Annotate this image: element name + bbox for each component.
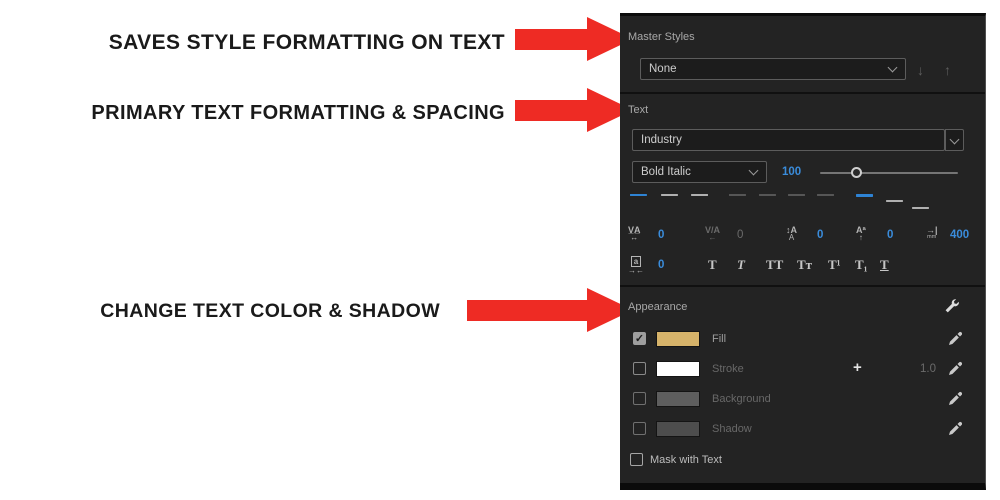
font-style-dropdown[interactable]: Bold Italic bbox=[632, 161, 767, 183]
shadow-row-label: Shadow bbox=[712, 423, 752, 435]
tracking-icon[interactable]: V̲A̲↔ bbox=[628, 226, 641, 241]
tsume-icon[interactable]: a→← bbox=[628, 256, 644, 274]
small-caps-button[interactable]: Tᴛ bbox=[797, 257, 812, 273]
section-divider bbox=[620, 285, 985, 287]
stroke-color-swatch[interactable] bbox=[656, 361, 700, 377]
background-color-swatch[interactable] bbox=[656, 391, 700, 407]
vertical-bottom-icon[interactable] bbox=[912, 195, 929, 209]
stroke-checkbox[interactable] bbox=[633, 362, 646, 375]
chevron-down-icon bbox=[950, 135, 960, 145]
annotation-master-styles: SAVES STYLE FORMATTING ON TEXT bbox=[0, 31, 505, 55]
font-family-dropdown[interactable]: Industry bbox=[632, 129, 945, 151]
master-styles-section-label: Master Styles bbox=[628, 31, 695, 43]
section-divider bbox=[620, 92, 985, 94]
leading-value[interactable]: 0 bbox=[817, 229, 823, 241]
background-checkbox[interactable] bbox=[633, 392, 646, 405]
essential-graphics-panel: Master Styles None ↓ ↑ Text Industry Bol… bbox=[620, 13, 986, 490]
font-style-value: Bold Italic bbox=[641, 166, 691, 178]
align-center-icon[interactable] bbox=[661, 194, 678, 208]
fill-color-swatch[interactable] bbox=[656, 331, 700, 347]
eyedropper-icon[interactable] bbox=[948, 390, 962, 406]
eyedropper-icon[interactable] bbox=[948, 330, 962, 346]
stroke-width-value: 1.0 bbox=[920, 363, 936, 375]
align-right-icon[interactable] bbox=[691, 194, 708, 208]
superscript-button[interactable]: T¹ bbox=[828, 257, 841, 273]
text-section-label: Text bbox=[628, 104, 648, 116]
appearance-section-label: Appearance bbox=[628, 301, 687, 313]
kerning-icon: V/A← bbox=[705, 226, 720, 241]
align-left-icon[interactable] bbox=[630, 194, 647, 208]
underline-button[interactable]: T bbox=[880, 257, 889, 273]
tab-width-icon[interactable]: →|ᵐᵐ bbox=[926, 226, 938, 241]
vertical-top-icon[interactable] bbox=[856, 194, 873, 208]
annotation-text-formatting: PRIMARY TEXT FORMATTING & SPACING bbox=[0, 102, 505, 125]
baseline-shift-value[interactable]: 0 bbox=[887, 229, 893, 241]
justify-all-icon[interactable] bbox=[817, 194, 834, 208]
font-size-slider-handle[interactable] bbox=[851, 167, 862, 178]
vertical-center-icon[interactable] bbox=[886, 194, 903, 208]
fill-row-label: Fill bbox=[712, 333, 726, 345]
chevron-down-icon bbox=[749, 166, 759, 176]
tsume-value[interactable]: 0 bbox=[658, 259, 664, 271]
faux-italic-button[interactable]: T bbox=[737, 257, 745, 273]
add-stroke-button[interactable]: + bbox=[853, 359, 862, 376]
eyedropper-icon[interactable] bbox=[948, 420, 962, 436]
stroke-row-label: Stroke bbox=[712, 363, 744, 375]
justify-last-left-icon[interactable] bbox=[729, 194, 746, 208]
wrench-icon[interactable] bbox=[944, 298, 960, 314]
font-size-value[interactable]: 100 bbox=[782, 166, 801, 178]
font-family-dropdown-button[interactable] bbox=[945, 129, 964, 151]
justify-last-right-icon[interactable] bbox=[788, 194, 805, 208]
subscript-button[interactable]: T₁ bbox=[855, 257, 868, 273]
baseline-shift-icon[interactable]: Aª↑ bbox=[856, 226, 866, 241]
tab-width-value[interactable]: 400 bbox=[950, 229, 969, 241]
master-styles-dropdown-value: None bbox=[649, 63, 677, 75]
leading-icon[interactable]: ↕AA bbox=[786, 226, 797, 241]
tutorial-image: SAVES STYLE FORMATTING ON TEXT PRIMARY T… bbox=[0, 0, 1000, 500]
fill-checkbox[interactable]: ✓ bbox=[633, 332, 646, 345]
master-styles-dropdown[interactable]: None bbox=[640, 58, 906, 80]
annotation-appearance: CHANGE TEXT COLOR & SHADOW bbox=[0, 300, 440, 323]
push-style-up-icon[interactable]: ↑ bbox=[944, 62, 951, 78]
shadow-checkbox[interactable] bbox=[633, 422, 646, 435]
kerning-value: 0 bbox=[737, 229, 743, 241]
shadow-color-swatch[interactable] bbox=[656, 421, 700, 437]
mask-with-text-checkbox[interactable] bbox=[630, 453, 643, 466]
chevron-down-icon bbox=[888, 63, 898, 73]
mask-with-text-label: Mask with Text bbox=[650, 454, 722, 466]
background-row-label: Background bbox=[712, 393, 771, 405]
push-style-down-icon[interactable]: ↓ bbox=[917, 62, 924, 78]
faux-bold-button[interactable]: T bbox=[708, 257, 717, 273]
tracking-value[interactable]: 0 bbox=[658, 229, 664, 241]
eyedropper-icon[interactable] bbox=[948, 360, 962, 376]
font-family-value: Industry bbox=[641, 134, 682, 146]
justify-last-center-icon[interactable] bbox=[759, 194, 776, 208]
all-caps-button[interactable]: TT bbox=[766, 257, 783, 273]
font-size-slider[interactable] bbox=[820, 172, 958, 174]
